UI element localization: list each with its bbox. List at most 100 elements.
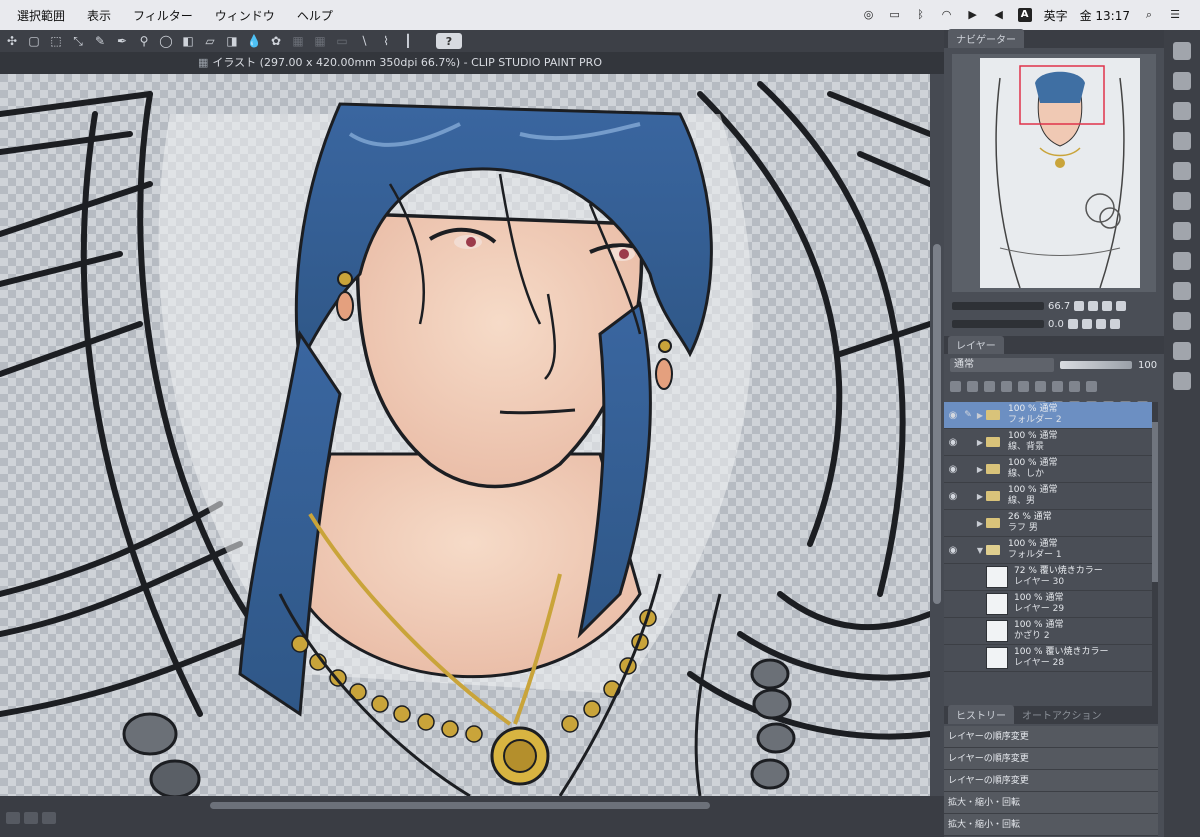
layer-row[interactable]: 100 % 通常 レイヤー 29 <box>944 591 1154 618</box>
clip-icon[interactable] <box>1001 380 1012 392</box>
visibility-eye-icon[interactable]: ◉ <box>944 545 962 556</box>
zoom-in-button[interactable] <box>24 812 38 824</box>
vertical-scroll-thumb[interactable] <box>933 244 941 604</box>
menu-list-icon[interactable]: ☰ <box>1168 9 1182 21</box>
menu-window[interactable]: ウィンドウ <box>204 7 286 24</box>
input-method-label[interactable]: 英字 <box>1044 7 1068 24</box>
airplay-icon[interactable]: ▭ <box>888 9 902 21</box>
opacity-slider[interactable] <box>1060 361 1132 369</box>
select-all-icon[interactable]: ✣ <box>4 33 20 49</box>
redo-icon[interactable]: ▦ <box>312 33 328 49</box>
play-icon[interactable]: ▶ <box>966 9 980 21</box>
clock[interactable]: 金 13:17 <box>1080 7 1130 24</box>
layer-color-icon[interactable] <box>1052 380 1063 392</box>
lock-transparency-icon[interactable] <box>967 380 978 392</box>
input-method-icon[interactable]: A <box>1017 8 1032 22</box>
tab-auto-action[interactable]: オートアクション <box>1014 705 1110 724</box>
blend-mode-select[interactable]: 通常 <box>950 358 1054 372</box>
menu-filter[interactable]: フィルター <box>122 7 204 24</box>
folder-expand-icon[interactable]: ▶ <box>974 411 986 420</box>
horizontal-scroll-thumb[interactable] <box>210 802 710 809</box>
folder-expand-icon[interactable]: ▶ <box>974 465 986 474</box>
lock-icon[interactable] <box>984 380 995 392</box>
wifi-icon[interactable]: ◠ <box>940 9 954 21</box>
canvas-vertical-scrollbar[interactable] <box>930 74 944 796</box>
folder-expand-icon[interactable]: ▶ <box>974 492 986 501</box>
copy-icon[interactable]: ▭ <box>334 33 350 49</box>
layer-row[interactable]: ◉ ▶ 100 % 通常 線、男 <box>944 483 1154 510</box>
color-wheel-icon[interactable] <box>1173 102 1191 120</box>
vector-icon[interactable]: ⌇ <box>378 33 394 49</box>
settings-icon[interactable] <box>1173 372 1191 390</box>
eyedropper-icon[interactable]: ⚲ <box>136 33 152 49</box>
rotate-slider[interactable] <box>952 320 1044 328</box>
canvas-horizontal-scrollbar[interactable] <box>0 796 944 837</box>
folder-expand-icon[interactable]: ▶ <box>974 438 986 447</box>
menu-view[interactable]: 表示 <box>76 7 122 24</box>
zoom-slider[interactable] <box>952 302 1044 310</box>
volume-icon[interactable]: ◀ <box>992 9 1006 21</box>
decoration-icon[interactable]: ✿ <box>268 33 284 49</box>
ruler-icon[interactable]: ∖ <box>356 33 372 49</box>
layer-property-icon[interactable] <box>1173 252 1191 270</box>
tab-navigator[interactable]: ナビゲーター <box>948 29 1024 48</box>
tab-history[interactable]: ヒストリー <box>948 705 1014 724</box>
folder-expand-icon[interactable]: ▶ <box>974 519 986 528</box>
rotate-right-icon[interactable] <box>1081 319 1092 329</box>
navigator-preview[interactable] <box>952 54 1156 292</box>
reference-icon[interactable] <box>1018 380 1029 392</box>
menu-help[interactable]: ヘルプ <box>286 7 344 24</box>
layer-row[interactable]: 72 % 覆い焼きカラー レイヤー 30 <box>944 564 1154 591</box>
panel-icon[interactable] <box>1173 222 1191 240</box>
edit-pen-icon[interactable]: ✎ <box>962 410 974 420</box>
history-item[interactable]: レイヤーの順序変更 <box>944 726 1158 748</box>
ruler-layer-icon[interactable] <box>1086 380 1097 392</box>
visibility-eye-icon[interactable]: ◉ <box>944 464 962 475</box>
visibility-eye-icon[interactable]: ◉ <box>944 410 962 421</box>
tool-property-icon[interactable] <box>1173 162 1191 180</box>
fill-icon[interactable]: ◧ <box>180 33 196 49</box>
material-icon[interactable] <box>1173 42 1191 60</box>
folder-collapse-icon[interactable]: ▼ <box>974 546 986 555</box>
visibility-eye-icon[interactable]: ◉ <box>944 491 962 502</box>
help-button[interactable]: ? <box>436 33 462 49</box>
blend-icon[interactable]: ◨ <box>224 33 240 49</box>
canvas[interactable] <box>0 74 930 796</box>
history-item[interactable]: 拡大・縮小・回転 <box>944 814 1158 836</box>
rotate-left-icon[interactable] <box>1067 319 1078 329</box>
timeline-icon[interactable] <box>1173 342 1191 360</box>
layer-scroll-thumb[interactable] <box>1152 422 1158 582</box>
history-item[interactable]: レイヤーの順序変更 <box>944 770 1158 792</box>
history-item[interactable]: レイヤーの順序変更 <box>944 748 1158 770</box>
lasso-icon[interactable]: ◯ <box>158 33 174 49</box>
correction-icon[interactable]: ┃ <box>400 33 416 49</box>
layer-row[interactable]: ▶ 26 % 通常 ラフ 男 <box>944 510 1154 537</box>
color-swatch-icon[interactable] <box>950 380 961 392</box>
sync-icon[interactable] <box>1173 192 1191 210</box>
fit-icon[interactable] <box>1102 301 1113 311</box>
artwork[interactable] <box>0 74 930 796</box>
brush-icon[interactable]: ✎ <box>92 33 108 49</box>
water-drop-icon[interactable]: 💧 <box>246 33 262 49</box>
reset-rotate-icon[interactable] <box>1095 319 1106 329</box>
layer-row[interactable]: ◉ ▼ 100 % 通常 フォルダー 1 <box>944 537 1154 564</box>
fit-button[interactable] <box>42 812 56 824</box>
zoom-out-button[interactable] <box>6 812 20 824</box>
layer-list-scrollbar[interactable] <box>1152 402 1158 712</box>
history-item[interactable]: 拡大・縮小・回転 <box>944 792 1158 814</box>
menu-selection[interactable]: 選択範囲 <box>6 7 76 24</box>
mask-icon[interactable] <box>1069 380 1080 392</box>
sub-tool-icon[interactable] <box>1173 132 1191 150</box>
deselect-icon[interactable]: ▢ <box>26 33 42 49</box>
search-layer-icon[interactable] <box>1173 282 1191 300</box>
navigator-thumbnail[interactable] <box>980 58 1140 288</box>
tab-layer[interactable]: レイヤー <box>948 336 1004 354</box>
item-bank-icon[interactable] <box>1173 312 1191 330</box>
draft-icon[interactable] <box>1035 380 1046 392</box>
flip-icon[interactable] <box>1116 301 1127 311</box>
layer-row[interactable]: 100 % 通常 かざり 2 <box>944 618 1154 645</box>
visibility-eye-icon[interactable]: ◉ <box>944 437 962 448</box>
creative-cloud-icon[interactable]: ◎ <box>862 9 876 21</box>
layer-row[interactable]: ◉ ✎ ▶ 100 % 通常 フォルダー 2 <box>944 402 1154 429</box>
search-icon[interactable]: ⌕ <box>1142 9 1156 21</box>
